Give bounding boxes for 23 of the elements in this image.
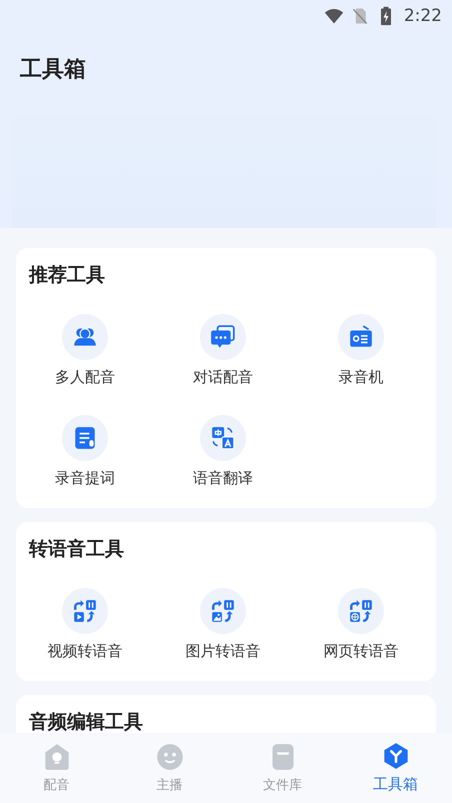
toolbox-icon	[382, 742, 410, 770]
tool-button[interactable]: 对话配音	[154, 314, 292, 391]
section-title: 推荐工具	[29, 263, 105, 288]
tool-button[interactable]: 多人配音	[16, 314, 154, 391]
section-title: 转语音工具	[29, 537, 124, 562]
convert-globe-icon	[348, 598, 374, 624]
wifi-icon	[324, 6, 344, 26]
tool-button[interactable]: 图片转语音	[154, 588, 292, 665]
tool-button[interactable]: 语音翻译	[154, 415, 292, 492]
status-time: 2:22	[404, 6, 442, 26]
tool-button[interactable]: 录音提词	[16, 415, 154, 492]
smiley-icon	[156, 742, 184, 770]
tool-button[interactable]: 录音机	[292, 314, 430, 391]
tool-button[interactable]: 网页转语音	[292, 588, 430, 665]
convert-image-icon	[210, 598, 236, 624]
translate-icon	[210, 425, 236, 451]
page-title: 工具箱	[20, 56, 86, 84]
convert-video-icon	[72, 598, 98, 624]
section-title: 音频编辑工具	[29, 710, 143, 735]
tool-button[interactable]: 视频转语音	[16, 588, 154, 665]
radio-icon	[348, 324, 374, 350]
chat-bubble-icon	[210, 324, 236, 350]
nav-tab[interactable]: 工具箱	[346, 742, 446, 794]
